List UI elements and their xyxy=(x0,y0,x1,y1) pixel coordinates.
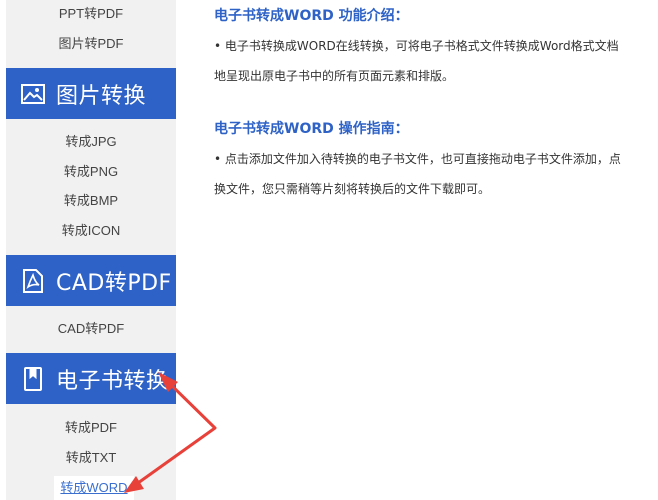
sidebar-header-label: 图片转换 xyxy=(56,83,147,109)
sidebar-header-label: CAD转PDF xyxy=(56,270,172,296)
sidebar-header-cad-to-pdf[interactable]: CAD转PDF xyxy=(6,255,176,306)
sidebar-link-ebook-to-pdf[interactable]: 转成PDF xyxy=(6,416,176,440)
sidebar: PPT转PDF 图片转PDF 图片转换 转成JPG 转成PNG 转成BMP 转成… xyxy=(6,0,176,500)
sidebar-link-to-png[interactable]: 转成PNG xyxy=(6,160,176,184)
intro-text-line-1: • 电子书转换成WORD在线转换，可将电子书格式文件转换成Word格式文档 xyxy=(214,39,619,53)
intro-title: 电子书转成WORD 功能介绍： xyxy=(214,8,409,24)
sidebar-link-image-to-pdf[interactable]: 图片转PDF xyxy=(6,32,176,56)
sidebar-link-ppt-to-pdf[interactable]: PPT转PDF xyxy=(6,2,176,26)
pdf-file-icon xyxy=(20,268,46,294)
guide-text-line-1: • 点击添加文件加入待转换的电子书文件，也可直接拖动电子书文件添加，点 xyxy=(214,152,621,166)
sidebar-link-to-icon[interactable]: 转成ICON xyxy=(6,219,176,243)
sidebar-link-to-jpg[interactable]: 转成JPG xyxy=(6,130,176,154)
sidebar-header-image-conversion[interactable]: 图片转换 xyxy=(6,68,176,119)
guide-title: 电子书转成WORD 操作指南： xyxy=(214,121,409,137)
intro-text-line-2: 地呈现出原电子书中的所有页面元素和排版。 xyxy=(214,69,455,83)
sidebar-link-to-bmp[interactable]: 转成BMP xyxy=(6,189,176,213)
image-icon xyxy=(20,81,46,107)
sidebar-header-label: 电子书转换 xyxy=(56,368,169,394)
sidebar-link-ebook-to-word[interactable]: 转成WORD xyxy=(54,476,134,500)
sidebar-link-cad-to-pdf[interactable]: CAD转PDF xyxy=(6,317,176,341)
sidebar-header-ebook-conversion[interactable]: 电子书转换 xyxy=(6,353,176,404)
book-icon xyxy=(20,366,46,392)
main-content: 电子书转成WORD 功能介绍： • 电子书转换成WORD在线转换，可将电子书格式… xyxy=(176,0,658,500)
sidebar-link-ebook-to-txt[interactable]: 转成TXT xyxy=(6,446,176,470)
guide-text-line-2: 换文件，您只需稍等片刻将转换后的文件下载即可。 xyxy=(214,182,491,196)
